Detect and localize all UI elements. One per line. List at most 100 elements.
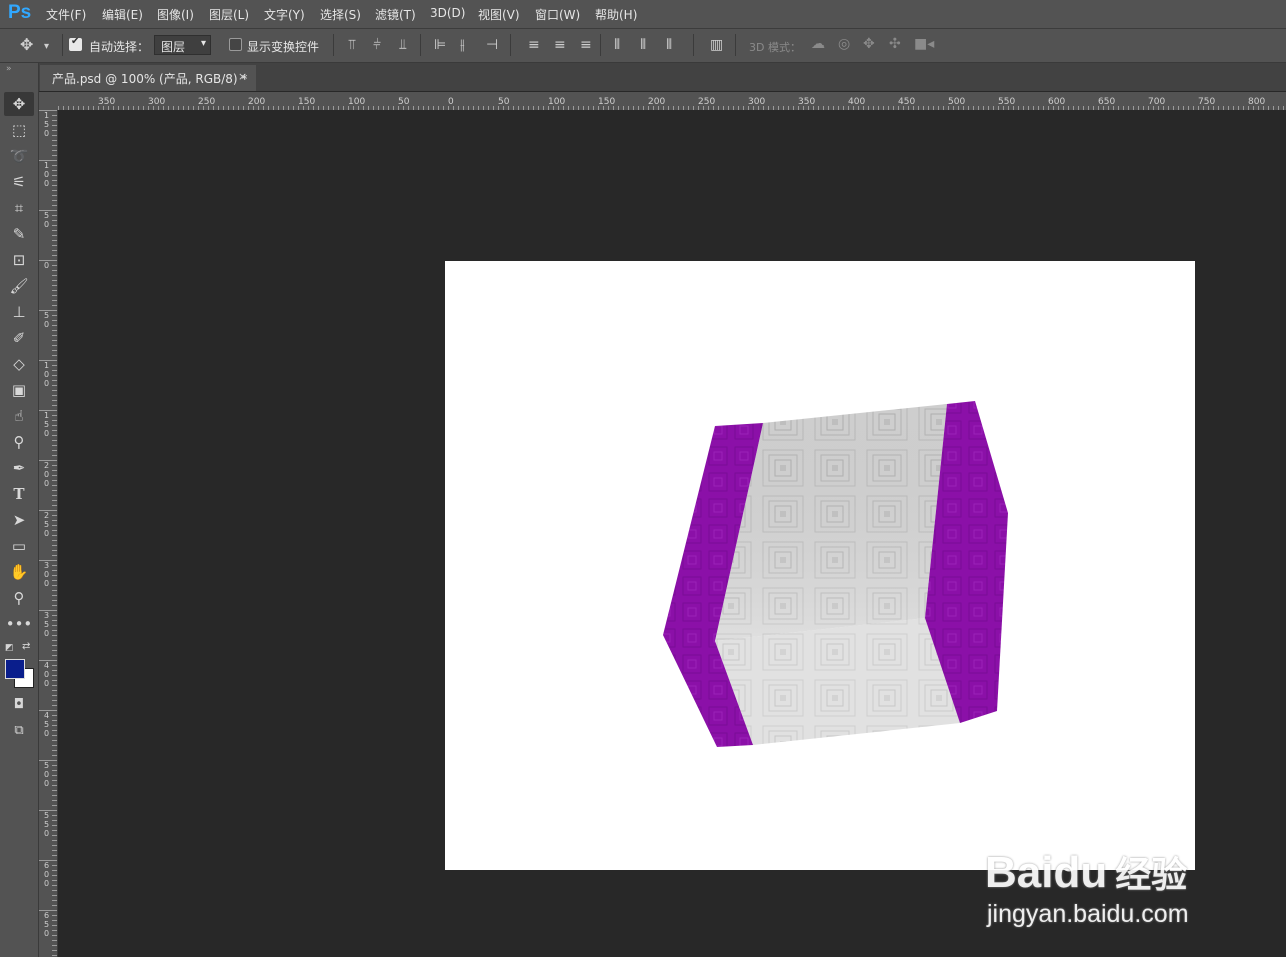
- scale-3d-icon[interactable]: ■◂: [914, 37, 934, 51]
- ruler-label: 250: [698, 97, 715, 107]
- layer-select-dropdown[interactable]: 图层 ▾: [154, 35, 211, 55]
- orbit-3d-icon[interactable]: ☁: [811, 37, 825, 51]
- menu-image[interactable]: 图像(I): [157, 6, 194, 23]
- ruler-label: 4: [44, 711, 49, 720]
- ruler-label: 100: [348, 97, 365, 107]
- ruler-label: 0: [44, 570, 49, 579]
- roll-3d-icon[interactable]: ◎: [838, 37, 850, 51]
- ruler-label: 2: [44, 511, 49, 520]
- pan-3d-icon[interactable]: ✥: [863, 37, 875, 51]
- menu-type[interactable]: 文字(Y): [264, 6, 305, 23]
- collapse-icon[interactable]: »: [6, 64, 12, 74]
- history-brush-tool-icon[interactable]: ✐: [4, 326, 34, 350]
- distribute-left-icon[interactable]: ⦀: [614, 38, 620, 52]
- close-icon[interactable]: ×: [238, 70, 247, 83]
- ruler-label: 350: [798, 97, 815, 107]
- align-vcenter-icon[interactable]: ⫩: [373, 38, 381, 52]
- ruler-label: 1: [44, 111, 49, 120]
- auto-align-icon[interactable]: ▥: [710, 38, 723, 52]
- document-canvas[interactable]: [445, 261, 1195, 870]
- more-tools-icon[interactable]: •••: [4, 612, 34, 636]
- document-tab[interactable]: 产品.psd @ 100% (产品, RGB/8) *: [40, 65, 256, 91]
- distribute-top-icon[interactable]: ≡: [528, 38, 540, 52]
- menu-layer[interactable]: 图层(L): [209, 6, 249, 23]
- pen-tool-icon[interactable]: ✒: [4, 456, 34, 480]
- ruler-label: 5: [44, 820, 49, 829]
- move-icon[interactable]: ✥: [20, 37, 33, 53]
- menu-file[interactable]: 文件(F): [46, 6, 86, 23]
- eraser-tool-icon[interactable]: ◇: [4, 352, 34, 376]
- align-left-icon[interactable]: ⊫: [434, 38, 446, 52]
- dodge-tool-icon[interactable]: ⚲: [4, 430, 34, 454]
- ruler-label: 0: [44, 529, 49, 538]
- patch-tool-icon[interactable]: ⊡: [4, 248, 34, 272]
- chevron-down-icon: ▾: [200, 38, 206, 49]
- ruler-label: 5: [44, 120, 49, 129]
- ruler-vertical[interactable]: 1501005005010015020025030035040045050055…: [39, 110, 58, 957]
- distribute-right-icon[interactable]: ⦀: [666, 38, 672, 52]
- show-transform-checkbox[interactable]: [229, 38, 242, 51]
- ruler-label: 5: [44, 811, 49, 820]
- eyedropper-tool-icon[interactable]: ✎: [4, 222, 34, 246]
- align-hcenter-icon[interactable]: ⫲: [460, 38, 465, 52]
- hand-tool-icon[interactable]: ✋: [4, 560, 34, 584]
- ruler-label: 5: [44, 720, 49, 729]
- watermark-brand-du: du: [1053, 848, 1108, 897]
- path-select-tool-icon[interactable]: ➤: [4, 508, 34, 532]
- distribute-vcenter-icon[interactable]: ≡: [554, 38, 566, 52]
- screen-mode-icon[interactable]: ⧉: [4, 719, 34, 743]
- lasso-tool-icon[interactable]: ➰: [4, 144, 34, 168]
- baidu-watermark: Baidu 经验 jingyan.baidu.com: [985, 819, 1225, 930]
- magic-wand-tool-icon[interactable]: ⚟: [4, 170, 34, 194]
- menu-3d[interactable]: 3D(D): [430, 6, 465, 20]
- ruler-label: 300: [748, 97, 765, 107]
- separator: [333, 34, 334, 56]
- menu-edit[interactable]: 编辑(E): [102, 6, 143, 23]
- ruler-label: 0: [44, 370, 49, 379]
- ruler-horizontal[interactable]: 350 300 250 200 150 100 50 0 50 100 150 200 250 300 35…: [58, 92, 1286, 111]
- menu-window[interactable]: 窗口(W): [535, 6, 580, 23]
- watermark-cn: 经验: [1115, 854, 1188, 895]
- gradient-tool-icon[interactable]: ▣: [4, 378, 34, 402]
- rectangle-tool-icon[interactable]: ▭: [4, 534, 34, 558]
- smudge-tool-icon[interactable]: ☝: [4, 404, 34, 428]
- quick-mask-icon[interactable]: ◘: [4, 693, 34, 717]
- align-top-icon[interactable]: ⫪: [348, 38, 356, 52]
- options-bar: ✥ ▾ 自动选择： 图层 ▾ 显示变换控件 ⫪ ⫩ ⫫ ⊫ ⫲ ⊣ ≡ ≡ ≡ …: [0, 29, 1286, 63]
- menu-select[interactable]: 选择(S): [320, 6, 361, 23]
- distribute-hcenter-icon[interactable]: ⦀: [640, 38, 646, 52]
- menu-view[interactable]: 视图(V): [478, 6, 520, 23]
- ruler-label: 400: [848, 97, 865, 107]
- menu-filter[interactable]: 滤镜(T): [375, 6, 416, 23]
- layer-select-value: 图层: [161, 40, 186, 54]
- align-right-icon[interactable]: ⊣: [486, 38, 498, 52]
- distribute-bottom-icon[interactable]: ≡: [580, 38, 592, 52]
- app-logo: Ps: [8, 2, 32, 23]
- crop-tool-icon[interactable]: ⌗: [4, 196, 34, 220]
- type-tool-icon[interactable]: T: [4, 482, 34, 506]
- move-tool-icon[interactable]: ✥: [4, 92, 34, 116]
- ruler-label: 5: [44, 420, 49, 429]
- ruler-label: 0: [44, 670, 49, 679]
- foreground-color-swatch[interactable]: [5, 659, 25, 679]
- align-bottom-icon[interactable]: ⫫: [399, 38, 407, 52]
- product-box-image: [663, 401, 1008, 747]
- chevron-down-icon[interactable]: ▾: [44, 40, 49, 54]
- ruler-label: 500: [948, 97, 965, 107]
- ruler-label: 5: [44, 620, 49, 629]
- stamp-tool-icon[interactable]: ⊥: [4, 300, 34, 324]
- ruler-label: 0: [44, 679, 49, 688]
- swap-colors-icon[interactable]: ⇄: [22, 641, 30, 652]
- auto-select-checkbox[interactable]: [69, 36, 82, 51]
- menu-help[interactable]: 帮助(H): [595, 6, 637, 23]
- ruler-label: 0: [44, 170, 49, 179]
- ruler-ticks: 350 300 250 200 150 100 50 0 50 100 150 200 250 300 35…: [58, 97, 1284, 110]
- ruler-label: 300: [148, 97, 165, 107]
- default-colors-icon[interactable]: ◩: [5, 643, 14, 653]
- zoom-tool-icon[interactable]: ⚲: [4, 586, 34, 610]
- watermark-url: jingyan.baidu.com: [987, 900, 1189, 928]
- brush-tool-icon[interactable]: 🖌: [4, 274, 34, 298]
- marquee-tool-icon[interactable]: ⬚: [4, 118, 34, 142]
- slide-3d-icon[interactable]: ✣: [889, 37, 901, 51]
- auto-select-label: 自动选择：: [89, 40, 150, 54]
